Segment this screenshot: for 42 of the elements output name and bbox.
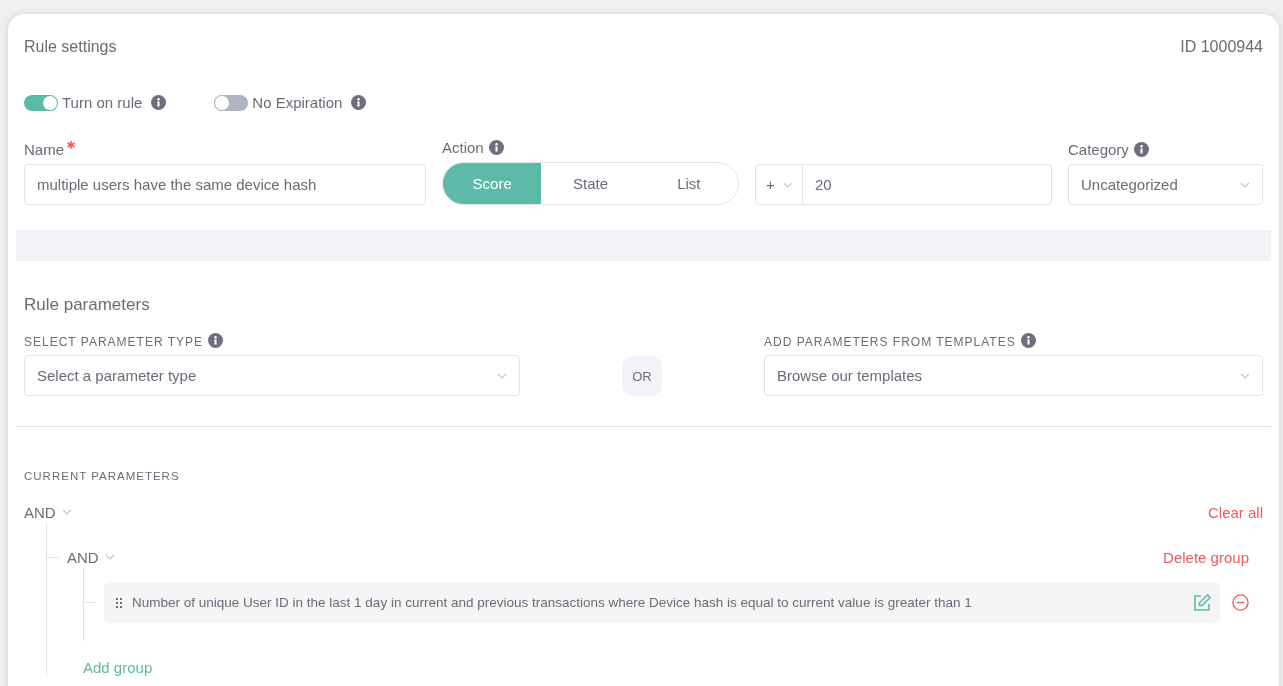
field-label: Name <box>24 141 64 158</box>
edit-icon[interactable] <box>1192 592 1212 613</box>
templates-select[interactable]: Browse our templates <box>764 355 1263 396</box>
action-option[interactable]: List <box>639 163 738 204</box>
section-label: CURRENT PARAMETERS <box>24 470 180 482</box>
toggle-label: Turn on rule <box>62 94 143 111</box>
operator-select[interactable]: + <box>755 164 803 205</box>
operator-dropdown[interactable]: AND <box>24 503 72 521</box>
field-label: ADD PARAMETERS FROM TEMPLATES <box>764 335 1016 349</box>
operator-dropdown[interactable]: AND <box>67 548 115 566</box>
delete-group-link[interactable]: Delete group <box>1163 548 1249 566</box>
info-icon <box>488 140 504 155</box>
info-icon <box>1020 333 1036 348</box>
rule-id: ID 1000944 <box>1180 38 1263 56</box>
clear-all-link[interactable]: Clear all <box>1207 503 1263 521</box>
category-select[interactable]: Uncategorized <box>1068 164 1263 205</box>
remove-icon[interactable] <box>1232 594 1249 611</box>
chevron-down-icon <box>782 181 792 188</box>
toggle-label: No Expiration <box>252 94 343 111</box>
score-input[interactable]: 20 <box>803 164 1052 205</box>
info-icon <box>351 95 367 110</box>
or-separator: OR <box>622 356 662 396</box>
field-label: SELECT PARAMETER TYPE <box>24 335 204 349</box>
chevron-down-icon <box>1240 181 1250 188</box>
condition-text: Number of unique User ID in the last 1 day in current and previous transactions where Device hash is equal to current value is greater than 1 <box>132 595 973 610</box>
drag-handle-icon[interactable] <box>116 597 122 608</box>
name-input[interactable]: multiple users have the same device hash <box>24 164 426 205</box>
info-icon <box>151 95 167 110</box>
info-icon <box>208 333 224 348</box>
field-label: Category <box>1068 141 1129 158</box>
action-option[interactable]: State <box>541 163 640 204</box>
parameter-type-select[interactable]: Select a parameter type <box>24 355 520 396</box>
chevron-down-icon <box>104 554 115 560</box>
info-icon <box>1133 142 1149 157</box>
chevron-down-icon <box>61 509 72 515</box>
section-title: Rule parameters <box>23 294 151 315</box>
chevron-down-icon <box>497 372 507 379</box>
toggle-switch[interactable] <box>214 94 249 111</box>
chevron-down-icon <box>1240 372 1250 379</box>
toggle-switch[interactable] <box>24 94 58 111</box>
section-title: Rule settings <box>24 38 117 56</box>
field-label: Action <box>442 139 484 156</box>
